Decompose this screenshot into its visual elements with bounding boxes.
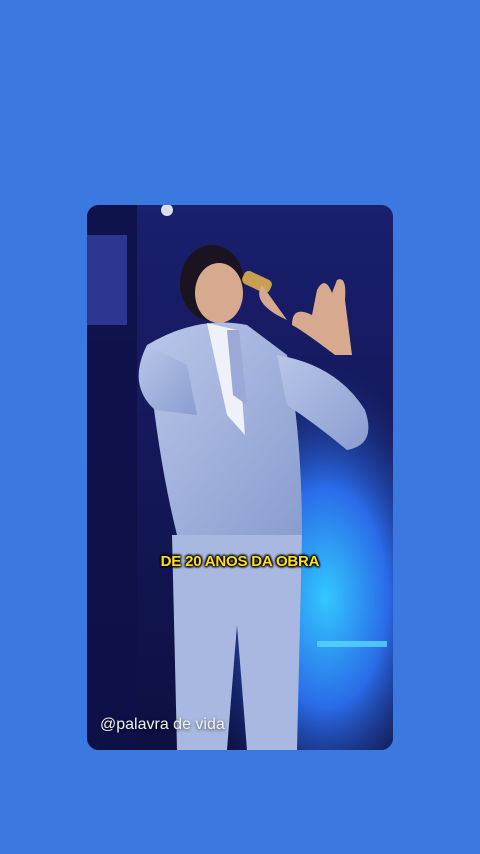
video-subtitle: DE 20 ANOS DA OBRA: [160, 553, 320, 570]
channel-watermark: @palavra de vida: [100, 716, 225, 733]
story-screen: DE 20 ANOS DA OBRA @palavra de vida: [0, 0, 480, 854]
video-player[interactable]: DE 20 ANOS DA OBRA @palavra de vida: [87, 205, 393, 750]
video-frame: [87, 205, 393, 750]
